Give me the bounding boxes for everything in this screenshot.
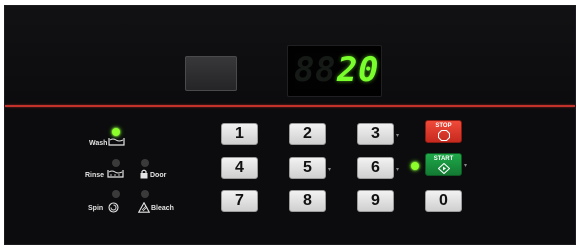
- display-digit-off-2: 8: [315, 50, 336, 90]
- door-label: Door: [150, 172, 167, 179]
- door-led: [141, 159, 149, 167]
- start-button[interactable]: START: [425, 153, 462, 176]
- key-5-tick: ▾: [328, 167, 332, 173]
- key-2[interactable]: 2: [289, 123, 326, 145]
- bleach-triangle-icon: [137, 201, 151, 216]
- display-digit-tens: 2: [337, 50, 358, 90]
- start-tick: ▾: [464, 163, 468, 169]
- spin-led: [112, 190, 120, 198]
- key-3-tick: ▾: [396, 133, 400, 139]
- wash-label: Wash: [89, 140, 108, 147]
- display-digit-off-1: 8: [294, 50, 315, 90]
- key-6[interactable]: 6: [357, 157, 394, 179]
- wash-led: [112, 128, 120, 136]
- start-indicator-led: [411, 162, 419, 170]
- stop-button[interactable]: STOP: [425, 120, 462, 143]
- start-diamond-icon: [426, 162, 461, 177]
- time-display: 8 8 2 0: [287, 45, 382, 97]
- stop-octagon-icon: [426, 129, 461, 144]
- key-1[interactable]: 1: [221, 123, 258, 145]
- key-6-tick: ▾: [396, 167, 400, 173]
- wash-tub-icon: [108, 137, 125, 150]
- control-panel: 8 8 2 0 Wash Rinse Door Spin Bleach 1 2 …: [4, 5, 576, 245]
- bleach-led: [141, 190, 149, 198]
- panel-divider: [5, 105, 575, 107]
- start-label: START: [433, 156, 454, 162]
- key-0[interactable]: 0: [425, 190, 462, 212]
- rinse-tub-icon: [107, 169, 124, 182]
- key-8[interactable]: 8: [289, 190, 326, 212]
- bleach-label: Bleach: [151, 205, 174, 212]
- stop-label: STOP: [435, 123, 452, 129]
- lock-icon: [140, 169, 148, 182]
- rinse-led: [112, 159, 120, 167]
- display-digit-ones: 0: [358, 50, 379, 90]
- key-5[interactable]: 5: [289, 157, 326, 179]
- key-4[interactable]: 4: [221, 157, 258, 179]
- key-7[interactable]: 7: [221, 190, 258, 212]
- key-9[interactable]: 9: [357, 190, 394, 212]
- rinse-label: Rinse: [85, 172, 105, 179]
- ir-sensor-window: [185, 56, 237, 91]
- key-3[interactable]: 3: [357, 123, 394, 145]
- spin-icon: [108, 202, 119, 216]
- spin-label: Spin: [88, 205, 104, 212]
